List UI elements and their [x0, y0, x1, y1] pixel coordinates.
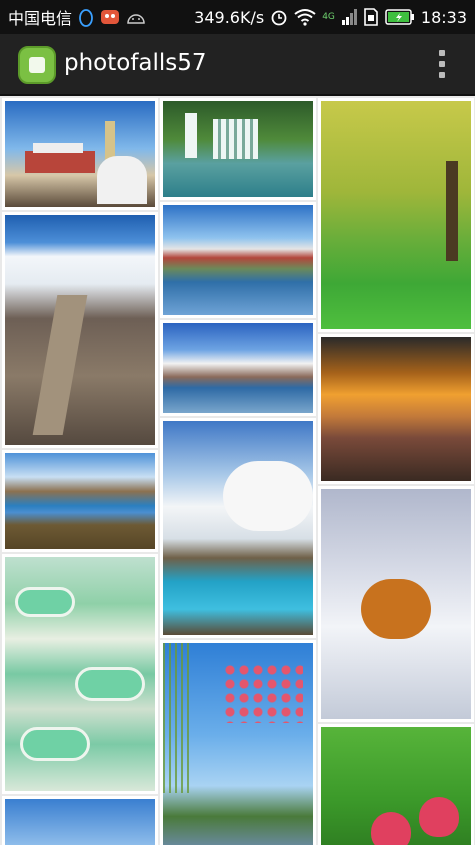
photo-tile-mountain-valley-clouds[interactable] — [2, 212, 158, 448]
photo-tile-terraced-pools[interactable] — [2, 554, 158, 794]
status-bar: 中国电信 349.6K/s 4G 18:33 — [0, 0, 475, 34]
qq-penguin-icon — [79, 9, 93, 27]
photo-tile-willow-blossom-pagoda[interactable] — [160, 640, 316, 845]
photo-tile-potala-palace-stupa[interactable] — [2, 98, 158, 210]
photo-tile-palace-sunset[interactable] — [318, 334, 474, 484]
photo-tile-palace-reflection-lake[interactable] — [160, 202, 316, 318]
photo-tile-waterfall-lake[interactable] — [160, 98, 316, 200]
signal-icon — [341, 9, 357, 25]
sim-icon — [364, 8, 378, 26]
app-title: photofalls57 — [64, 50, 207, 76]
network-speed: 349.6K/s — [194, 7, 265, 27]
photo-tile-blue-sky-partial[interactable] — [2, 796, 158, 845]
tiger-face-icon — [101, 10, 120, 24]
carrier-name: 中国电信 — [8, 9, 73, 28]
android-robot-icon — [127, 14, 145, 24]
photo-tile-heart-flowers[interactable] — [318, 724, 474, 845]
photo-tile-mountain-lake-panorama[interactable] — [160, 320, 316, 416]
action-bar: photofalls57 — [0, 34, 475, 96]
app-cube-icon[interactable] — [18, 46, 56, 84]
photo-tile-lake-valley-road[interactable] — [2, 450, 158, 552]
wifi-icon — [294, 9, 316, 26]
network-type: 4G — [322, 11, 335, 22]
photo-grid[interactable] — [0, 98, 475, 845]
clock: 18:33 — [420, 7, 467, 27]
overflow-menu-icon[interactable] — [437, 50, 447, 78]
photo-tile-tiger-snow[interactable] — [318, 486, 474, 722]
alarm-icon — [271, 10, 287, 26]
photo-tile-autumn-tree-lawn[interactable] — [318, 98, 474, 332]
photo-tile-clouds-turquoise-lake[interactable] — [160, 418, 316, 638]
battery-charging-icon — [385, 9, 414, 25]
